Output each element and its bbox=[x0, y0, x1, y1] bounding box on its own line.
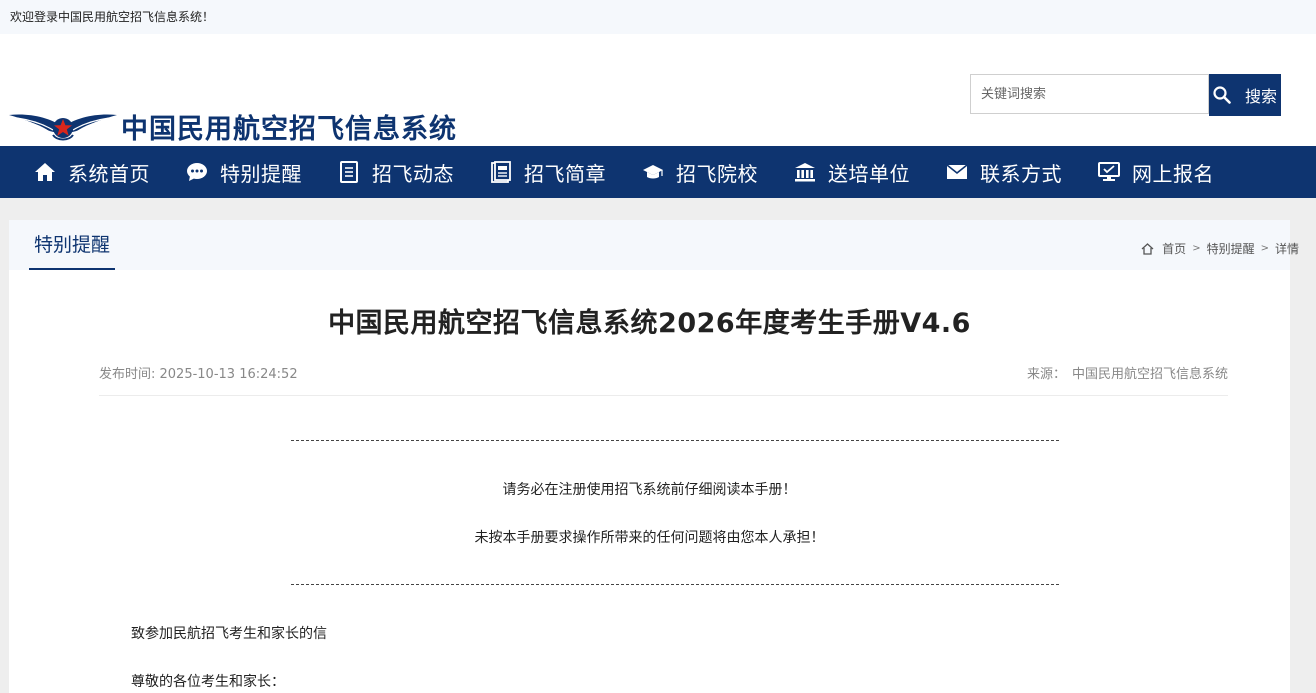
nav-item-label: 招飞简章 bbox=[524, 161, 606, 186]
nav-item-label: 招飞动态 bbox=[372, 161, 454, 186]
site-logo[interactable]: 中国民用航空招飞信息系统 bbox=[9, 107, 457, 146]
institution-icon bbox=[794, 161, 816, 183]
panel-tab-special-notice[interactable]: 特别提醒 bbox=[29, 220, 116, 270]
brochure-icon bbox=[490, 161, 512, 183]
search-button[interactable]: 搜索 bbox=[1209, 74, 1281, 116]
nav-item-online-registration[interactable]: 网上报名 bbox=[1080, 146, 1232, 198]
search-icon bbox=[1213, 86, 1231, 104]
article-panel: 特别提醒 首页 > 特别提醒 > 详情 中国民用航空招飞信息系统2026年度考生… bbox=[9, 220, 1299, 693]
caac-wings-logo-icon bbox=[9, 114, 117, 140]
panel-header: 特别提醒 首页 > 特别提醒 > 详情 bbox=[9, 220, 1299, 270]
nav-item-label: 招飞院校 bbox=[676, 161, 758, 186]
search-button-label: 搜索 bbox=[1244, 87, 1277, 106]
nav-item-label: 联系方式 bbox=[980, 161, 1062, 186]
search-input[interactable] bbox=[970, 74, 1209, 114]
nav-item-label: 系统首页 bbox=[68, 161, 150, 186]
nav-item-home[interactable]: 系统首页 bbox=[16, 146, 168, 198]
breadcrumb-home-link[interactable]: 首页 bbox=[1162, 240, 1186, 257]
dashed-divider bbox=[291, 440, 1059, 441]
source-label: 来源： bbox=[1026, 367, 1066, 382]
logo-text: 中国民用航空招飞信息系统 bbox=[121, 114, 457, 145]
nav-item-academies[interactable]: 招飞院校 bbox=[624, 146, 776, 198]
envelope-icon bbox=[946, 161, 968, 183]
notice-line: 未按本手册要求操作所带来的任何问题将由您本人承担！ bbox=[474, 530, 825, 546]
nav-item-brochure[interactable]: 招飞简章 bbox=[472, 146, 624, 198]
publish-time-label: 发布时间: bbox=[99, 367, 160, 382]
letter-salutation: 尊敬的各位考生和家长： bbox=[131, 674, 285, 690]
breadcrumb-separator: > bbox=[1192, 243, 1201, 254]
publish-time-value: 2025-10-13 16:24:52 bbox=[159, 367, 298, 382]
search-bar: 搜索 bbox=[970, 74, 1281, 116]
welcome-text: 欢迎登录中国民用航空招飞信息系统！ bbox=[10, 10, 215, 24]
article-meta: 发布时间: 2025-10-13 16:24:52 来源： 中国民用航空招飞信息系… bbox=[99, 363, 1228, 396]
monitor-icon bbox=[1098, 161, 1120, 183]
letter-heading: 致参加民航招飞考生和家长的信 bbox=[131, 626, 327, 642]
article-title: 中国民用航空招飞信息系统2026年度考生手册V4.6 bbox=[328, 308, 971, 339]
nav-item-label: 特别提醒 bbox=[220, 161, 302, 186]
publish-time: 发布时间: 2025-10-13 16:24:52 bbox=[99, 363, 298, 382]
breadcrumb: 首页 > 特别提醒 > 详情 bbox=[1141, 240, 1299, 257]
chat-bubble-icon bbox=[186, 161, 208, 183]
breadcrumb-current: 详情 bbox=[1274, 242, 1299, 256]
home-icon bbox=[1141, 242, 1154, 255]
nav-item-label: 网上报名 bbox=[1132, 161, 1214, 186]
nav-item-sponsor-units[interactable]: 送培单位 bbox=[776, 146, 928, 198]
main-nav: 系统首页 特别提醒 招飞动态 招飞简章 招飞院校 送培单位 联系方式 网上报名 bbox=[0, 146, 1316, 198]
nav-item-label: 送培单位 bbox=[828, 161, 910, 186]
nav-item-contact[interactable]: 联系方式 bbox=[928, 146, 1080, 198]
document-icon bbox=[338, 161, 360, 183]
graduation-cap-icon bbox=[642, 161, 664, 183]
nav-item-news[interactable]: 招飞动态 bbox=[320, 146, 472, 198]
article-source: 来源： 中国民用航空招飞信息系统 bbox=[1027, 363, 1228, 382]
home-icon bbox=[34, 161, 56, 183]
notice-line: 请务必在注册使用招飞系统前仔细阅读本手册！ bbox=[502, 482, 797, 498]
nav-item-special-notice[interactable]: 特别提醒 bbox=[168, 146, 320, 198]
dashed-divider bbox=[291, 584, 1059, 585]
breadcrumb-section-link[interactable]: 特别提醒 bbox=[1207, 240, 1255, 257]
content-area: 特别提醒 首页 > 特别提醒 > 详情 中国民用航空招飞信息系统2026年度考生… bbox=[0, 198, 1316, 693]
welcome-bar: 欢迎登录中国民用航空招飞信息系统！ bbox=[0, 0, 1316, 34]
source-value: 中国民用航空招飞信息系统 bbox=[1071, 367, 1228, 382]
site-header: 中国民用航空招飞信息系统 搜索 bbox=[0, 34, 1316, 146]
breadcrumb-separator: > bbox=[1260, 243, 1269, 254]
